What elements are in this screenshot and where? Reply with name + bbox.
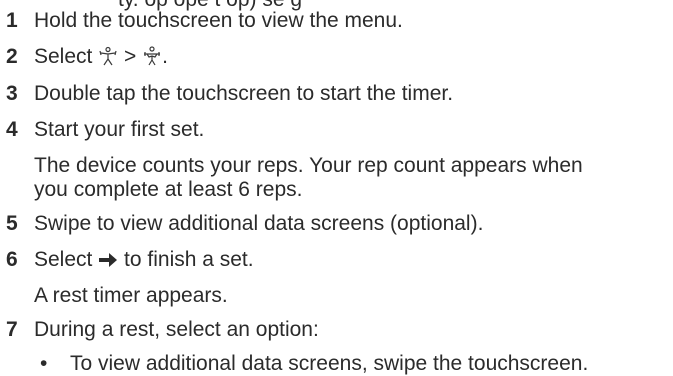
step-4-note-line-1: The device counts your reps. Your rep co… [34, 154, 583, 177]
step-number: 2 [6, 45, 18, 68]
step-text: Double tap the touchscreen to start the … [34, 82, 454, 105]
step-number: 3 [6, 82, 18, 105]
person-activity-icon [98, 46, 118, 72]
step-text: Swipe to view additional data screens (o… [34, 212, 484, 235]
step-text: Select to finish a set. [34, 248, 254, 275]
bullet-dot: • [40, 352, 48, 375]
step-text: Start your first set. [34, 118, 205, 141]
step-text: Select > . [34, 45, 168, 72]
step-6-note: A rest timer appears. [34, 284, 228, 307]
step-text-pre: Select [34, 45, 99, 68]
strength-workout-icon [142, 46, 162, 72]
step-text-post: to finish a set. [118, 248, 254, 271]
step-7-bullet: • To view additional data screens, swipe … [40, 352, 588, 376]
step-number: 7 [6, 318, 18, 341]
step-text: Hold the touchscreen to view the menu. [34, 9, 403, 32]
step-text-mid: > [118, 45, 143, 68]
bullet-text: To view additional data screens, swipe t… [70, 352, 589, 375]
step-number: 6 [6, 248, 18, 271]
step-number: 1 [6, 9, 18, 32]
step-text-pre: Select [34, 248, 99, 271]
step-number: 5 [6, 212, 18, 235]
step-4-note-line-2: you complete at least 6 reps. [34, 178, 303, 201]
arrow-right-icon [98, 251, 118, 275]
step-text-post: . [162, 45, 168, 68]
step-text: During a rest, select an option: [34, 318, 319, 341]
step-number: 4 [6, 118, 18, 141]
